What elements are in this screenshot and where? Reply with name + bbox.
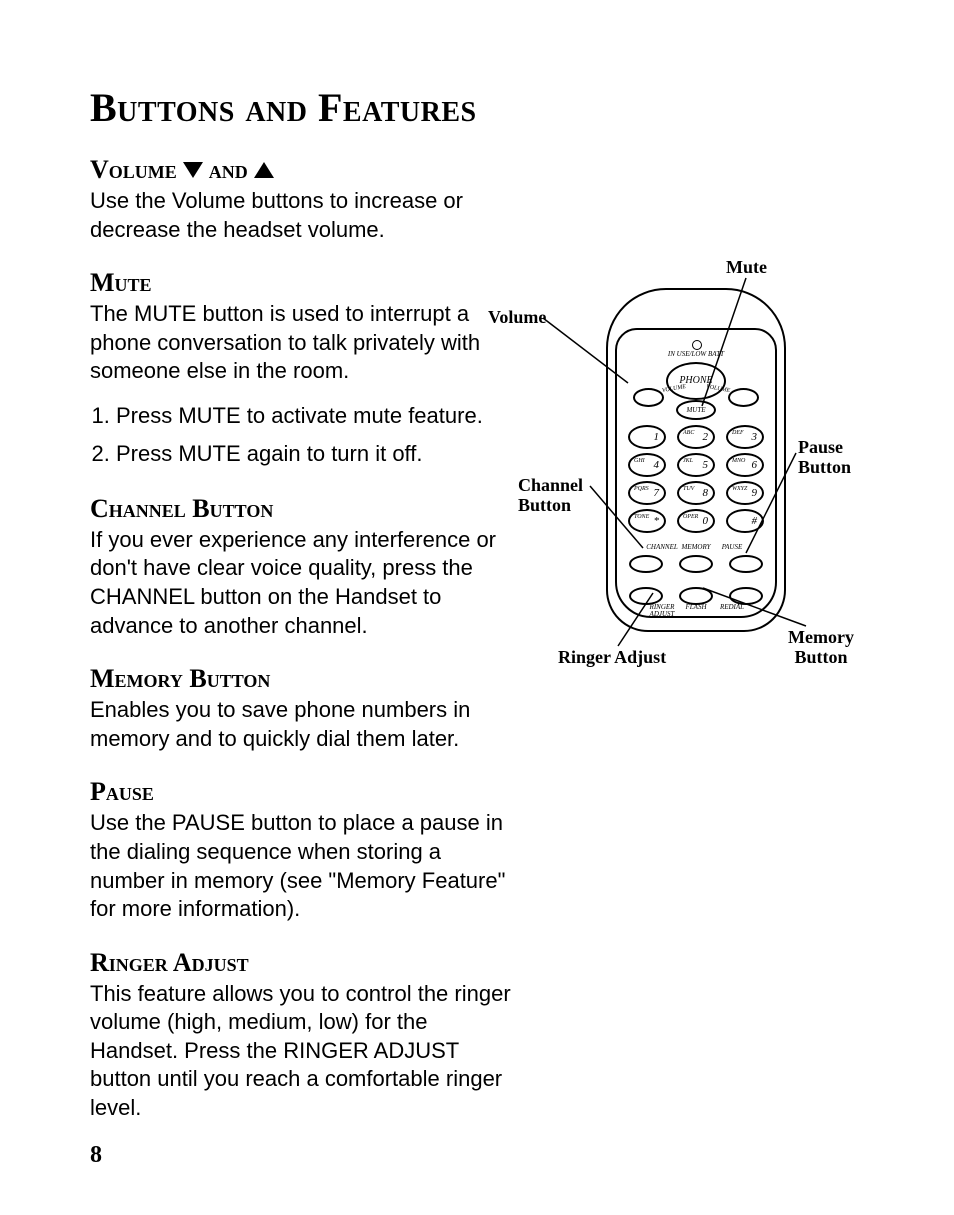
fn-memory-label: MEMORY	[681, 544, 710, 551]
key-2-num: 2	[703, 431, 709, 443]
volume-heading-part1: Volume	[90, 155, 177, 185]
key-6: 6 MNO	[726, 453, 764, 477]
key-4-num: 4	[654, 459, 660, 471]
key-8-sub: TUV	[683, 479, 694, 499]
key-6-num: 6	[752, 459, 758, 471]
led-circle-icon	[692, 340, 702, 350]
key-0-num: 0	[703, 515, 709, 527]
key-4: 4 GHI	[628, 453, 666, 477]
key-1: 1	[628, 425, 666, 449]
callout-pause-button: Pause Button	[798, 438, 851, 478]
callout-memory-button: Memory Button	[788, 628, 854, 668]
phone-button: PHONE	[666, 362, 726, 400]
key-9-sub: WXYZ	[732, 479, 747, 499]
fn-channel-label: CHANNEL	[646, 544, 678, 551]
key-3-num: 3	[752, 431, 758, 443]
mute-step-1: Press MUTE to activate mute feature.	[116, 400, 520, 432]
mute-step-2: Press MUTE again to turn it off.	[116, 438, 520, 470]
triangle-down-icon	[183, 162, 203, 178]
callout-volume: Volume	[488, 308, 546, 328]
mute-steps: Press MUTE to activate mute feature. Pre…	[90, 400, 520, 470]
key-7-num: 7	[654, 487, 660, 499]
document-page: Buttons and Features Volume and Use the …	[0, 0, 954, 1215]
ringer-heading: Ringer Adjust	[90, 948, 520, 978]
fn-flash-label: FLASH	[686, 604, 707, 611]
page-number: 8	[90, 1142, 102, 1169]
pause-button	[729, 555, 763, 573]
led-label: IN USE/LOW BATT	[668, 350, 724, 358]
key-8-num: 8	[703, 487, 709, 499]
key-6-sub: MNO	[732, 451, 745, 471]
fn-ringer-label: RINGER ADJUST	[650, 604, 675, 618]
key-star-sub: TONE	[634, 507, 649, 527]
handset-diagram: Mute Volume Channel Button Pause Button …	[478, 258, 888, 688]
key-star-num: *	[654, 515, 660, 527]
callout-ringer-adjust: Ringer Adjust	[558, 648, 666, 668]
key-9: 9 WXYZ	[726, 481, 764, 505]
key-1-num: 1	[654, 431, 660, 443]
memory-heading: Memory Button	[90, 664, 520, 694]
page-title: Buttons and Features	[90, 84, 520, 131]
key-star: * TONE	[628, 509, 666, 533]
volume-body: Use the Volume buttons to increase or de…	[90, 187, 520, 244]
volume-down-button	[633, 388, 664, 407]
channel-body: If you ever experience any interference …	[90, 526, 520, 640]
key-4-sub: GHI	[634, 451, 645, 471]
key-3: 3 DEF	[726, 425, 764, 449]
key-5-sub: JKL	[683, 451, 693, 471]
callout-channel-button: Channel Button	[518, 476, 583, 516]
volume-heading: Volume and	[90, 155, 520, 185]
fn-pause-label: PAUSE	[722, 544, 742, 551]
handset-outline: IN USE/LOW BATT PHONE VOLUME VOLUME MUTE…	[606, 288, 786, 632]
key-8: 8 TUV	[677, 481, 715, 505]
volume-up-button	[728, 388, 759, 407]
pause-body: Use the PAUSE button to place a pause in…	[90, 809, 520, 923]
key-hash: #	[726, 509, 764, 533]
memory-button	[679, 555, 713, 573]
key-2-sub: ABC	[683, 423, 694, 443]
main-text-column: Buttons and Features Volume and Use the …	[90, 84, 520, 1123]
key-hash-num: #	[752, 515, 758, 527]
key-5-num: 5	[703, 459, 709, 471]
mute-button: MUTE	[676, 400, 716, 420]
key-0-sub: OPER	[683, 507, 698, 527]
key-5: 5 JKL	[677, 453, 715, 477]
pause-heading: Pause	[90, 777, 520, 807]
key-7: 7 PQRS	[628, 481, 666, 505]
memory-body: Enables you to save phone numbers in mem…	[90, 696, 520, 753]
fn-redial-label: REDIAL	[720, 604, 744, 611]
mute-heading: Mute	[90, 268, 520, 298]
mute-body: The MUTE button is used to interrupt a p…	[90, 300, 520, 386]
key-2: 2 ABC	[677, 425, 715, 449]
key-7-sub: PQRS	[634, 479, 649, 499]
key-9-num: 9	[752, 487, 758, 499]
key-3-sub: DEF	[732, 423, 744, 443]
key-0: 0 OPER	[677, 509, 715, 533]
ringer-body: This feature allows you to control the r…	[90, 980, 520, 1123]
channel-heading: Channel Button	[90, 494, 520, 524]
callout-mute: Mute	[726, 258, 767, 278]
channel-button	[629, 555, 663, 573]
fn-row-top	[629, 555, 763, 573]
triangle-up-icon	[254, 162, 274, 178]
volume-heading-part2: and	[209, 155, 248, 185]
keypad: 1 2 ABC 3 DEF 4 GHI 5 JKL 6 MNO 7 PQRS 8 TUV 9W…	[628, 425, 764, 533]
